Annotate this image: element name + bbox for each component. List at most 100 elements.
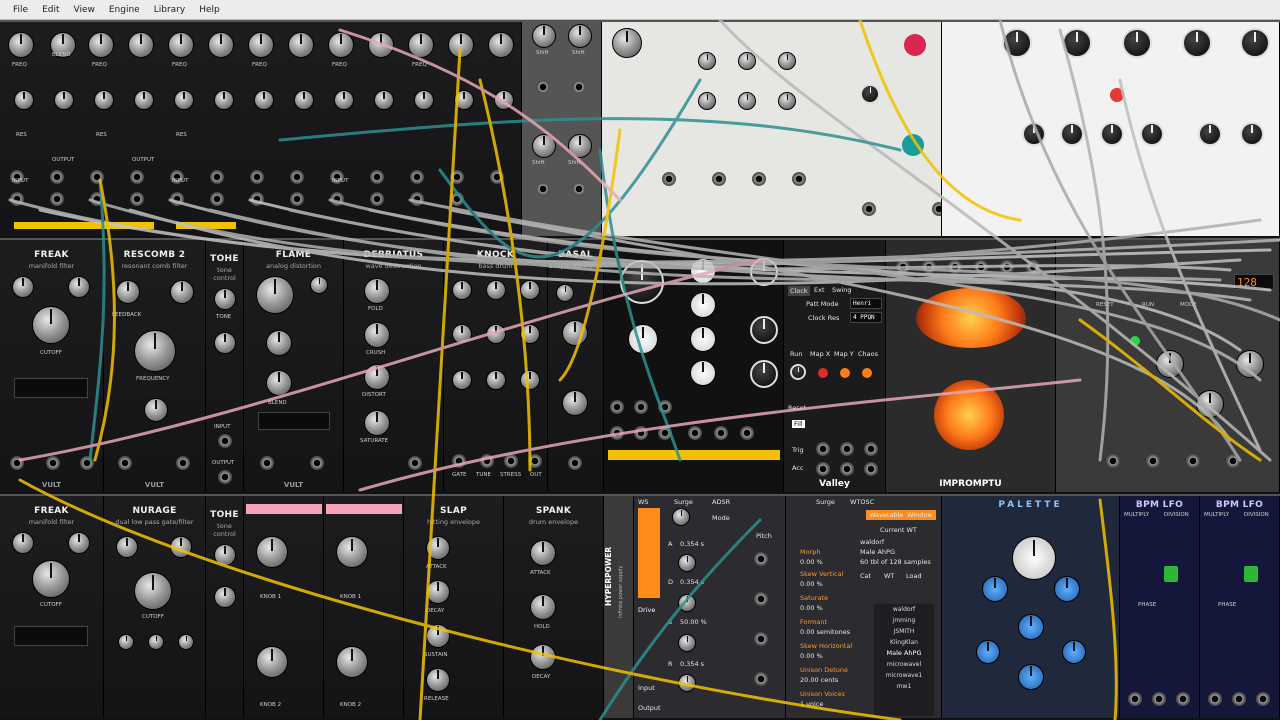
freq-knob[interactable] <box>88 32 114 58</box>
cv-jack[interactable] <box>948 260 962 274</box>
cutoff-knob[interactable] <box>32 306 70 344</box>
input-jack[interactable] <box>260 456 274 470</box>
output-jack[interactable] <box>490 170 504 184</box>
in-knob[interactable] <box>1022 122 1046 146</box>
blend-knob[interactable] <box>414 90 434 110</box>
cv-jack[interactable] <box>658 400 672 414</box>
gain-knob[interactable] <box>178 634 194 650</box>
vol-knob[interactable] <box>750 316 778 344</box>
cv-jack[interactable] <box>754 672 768 686</box>
decay-knob[interactable] <box>486 370 506 390</box>
red-button[interactable] <box>818 368 828 378</box>
fury-knob[interactable] <box>452 370 472 390</box>
shift-knob[interactable] <box>568 134 592 158</box>
output-jack[interactable] <box>290 170 304 184</box>
blend-knob[interactable] <box>254 90 274 110</box>
wavetable-browser-list[interactable]: waldorf jmming JSMITH KlingKlan Male AhP… <box>874 604 934 716</box>
adsr-knob[interactable] <box>738 92 756 110</box>
blend-knob[interactable] <box>494 90 514 110</box>
menu-help[interactable]: Help <box>192 0 227 20</box>
white-knob[interactable] <box>690 326 716 352</box>
decay-knob[interactable] <box>426 580 450 604</box>
tone-knob[interactable] <box>214 332 236 354</box>
blend-knob[interactable] <box>94 90 114 110</box>
saturate-knob[interactable] <box>364 410 390 436</box>
cv-jack[interactable] <box>1128 692 1142 706</box>
clock-jack[interactable] <box>1106 454 1120 468</box>
output-jack[interactable] <box>210 170 224 184</box>
blue-knob[interactable] <box>1054 576 1080 602</box>
res-knob[interactable] <box>116 536 138 558</box>
input-jack[interactable] <box>250 192 264 206</box>
cv-jack[interactable] <box>754 632 768 646</box>
hold-knob[interactable] <box>530 594 556 620</box>
cv-jack[interactable] <box>610 400 624 414</box>
input-jack[interactable] <box>90 192 104 206</box>
cv-jack[interactable] <box>1256 692 1270 706</box>
blend-knob[interactable] <box>14 90 34 110</box>
menu-view[interactable]: View <box>67 0 102 20</box>
orange-button[interactable] <box>840 368 850 378</box>
sustain-knob[interactable] <box>678 634 696 652</box>
trig-jack[interactable] <box>864 442 878 456</box>
shift-knob[interactable] <box>532 24 556 48</box>
blend-knob[interactable] <box>448 32 474 58</box>
adsr-knob[interactable] <box>778 92 796 110</box>
gate-jack[interactable] <box>792 172 806 186</box>
menu-file[interactable]: File <box>6 0 35 20</box>
freq-knob[interactable] <box>408 32 434 58</box>
cv-jack[interactable] <box>634 400 648 414</box>
red-knob[interactable] <box>904 34 926 56</box>
output-jack[interactable] <box>408 456 422 470</box>
cv-jack[interactable] <box>572 80 586 94</box>
blend-knob[interactable] <box>334 90 354 110</box>
shift-knob[interactable] <box>532 134 556 158</box>
wt-list-item[interactable]: microwavel <box>874 659 934 670</box>
tune-knob[interactable] <box>556 284 574 302</box>
out-knob[interactable] <box>1240 122 1264 146</box>
wt-list-item-selected[interactable]: Male AhPG <box>874 648 934 659</box>
run-knob[interactable] <box>790 364 806 380</box>
adsr-knob[interactable] <box>738 52 756 70</box>
freq-knob[interactable] <box>168 32 194 58</box>
freq-knob[interactable] <box>248 32 274 58</box>
time-knob[interactable] <box>1002 28 1032 58</box>
orange-button[interactable] <box>862 368 872 378</box>
frequency-knob[interactable] <box>134 330 176 372</box>
menu-edit[interactable]: Edit <box>35 0 66 20</box>
cv-jack[interactable] <box>754 552 768 566</box>
load-label[interactable]: Load <box>906 572 922 580</box>
output-jack[interactable] <box>310 456 324 470</box>
teal-knob[interactable] <box>902 134 924 156</box>
drive-knob[interactable] <box>170 536 192 558</box>
attenuator-knob[interactable] <box>612 28 642 58</box>
tune-knob[interactable] <box>486 324 506 344</box>
output-jack[interactable] <box>370 170 384 184</box>
menu-engine[interactable]: Engine <box>102 0 147 20</box>
knob-1[interactable] <box>256 536 288 568</box>
white-knob[interactable] <box>690 258 716 284</box>
knob-1[interactable] <box>336 536 368 568</box>
clock-label[interactable]: Clock <box>788 286 810 296</box>
input-jack[interactable] <box>50 192 64 206</box>
wt-list-item[interactable]: mw1 <box>874 681 934 692</box>
drive-knob[interactable] <box>170 280 194 304</box>
size-knob[interactable] <box>1062 28 1092 58</box>
menu-library[interactable]: Library <box>147 0 192 20</box>
res-knob[interactable] <box>12 276 34 298</box>
trig-jack[interactable] <box>840 442 854 456</box>
palette-main-knob[interactable] <box>1012 536 1056 580</box>
mod-knob[interactable] <box>562 320 588 346</box>
input-jack[interactable] <box>210 192 224 206</box>
wt-list-item[interactable]: jmming <box>874 615 934 626</box>
blend-knob[interactable] <box>214 90 234 110</box>
cv-jack[interactable] <box>1026 260 1040 274</box>
tone-knob[interactable] <box>486 280 506 300</box>
freq-knob[interactable] <box>488 32 514 58</box>
drive-knob[interactable] <box>68 276 90 298</box>
input-jack[interactable] <box>450 192 464 206</box>
blend-knob[interactable] <box>368 32 394 58</box>
wt-list-item[interactable]: microwave1 <box>874 670 934 681</box>
wt-list-item[interactable]: KlingKlan <box>874 637 934 648</box>
blue-knob[interactable] <box>1062 640 1086 664</box>
